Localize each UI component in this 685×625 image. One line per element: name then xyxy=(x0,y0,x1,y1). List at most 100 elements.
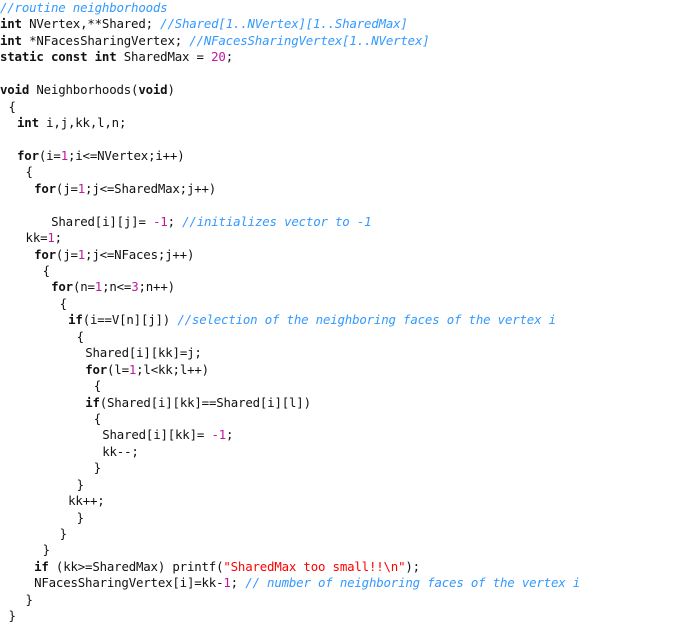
code-token-plain: ; xyxy=(230,575,246,591)
code-line: Shared[i][kk]= -1; xyxy=(0,427,685,443)
code-listing: //routine neighborhoods int NVertex,**Sha… xyxy=(0,0,685,624)
code-token-plain: ; xyxy=(54,230,62,246)
code-token-brace: { xyxy=(42,263,50,278)
code-line: for(n=1;n<=3;n++) xyxy=(0,279,685,295)
code-token-kw: void xyxy=(0,82,30,98)
code-token-kw: for xyxy=(51,279,73,295)
code-line: int *NFacesSharingVertex; //NFacesSharin… xyxy=(0,33,685,49)
code-line: } xyxy=(0,592,685,608)
code-line: } xyxy=(0,460,685,476)
code-token-brace: } xyxy=(76,509,84,525)
code-token-plain: *NFacesSharingVertex; xyxy=(21,32,190,48)
code-token-plain: (n= xyxy=(72,279,95,295)
code-token-plain: (i= xyxy=(38,147,61,163)
code-token-kw: for xyxy=(85,361,108,377)
code-line: for(i=1;i<=NVertex;i++) xyxy=(0,148,685,164)
code-token-plain: ; xyxy=(226,427,234,443)
code-token-num: 1 xyxy=(223,575,231,591)
code-line: kk--; xyxy=(0,444,685,460)
code-token-plain: (i==V[n][j]) xyxy=(82,312,178,328)
code-line: { xyxy=(0,164,685,180)
code-token-brace: } xyxy=(59,526,67,541)
code-line: kk++; xyxy=(0,493,685,509)
code-line: { xyxy=(0,263,685,279)
code-token-plain: ); xyxy=(405,558,420,574)
code-token-comment: //initializes vector to -1 xyxy=(182,213,372,229)
code-token-plain: kk--; xyxy=(102,443,139,459)
code-line: } xyxy=(0,477,685,493)
code-line: } xyxy=(0,542,685,558)
code-token-plain: (Shared[i][kk]==Shared[i][l]) xyxy=(99,394,311,410)
code-token-comment: //routine neighborhoods xyxy=(0,0,168,15)
code-token-brace: { xyxy=(25,164,33,180)
code-token-num: 1 xyxy=(94,279,103,295)
code-token-comment: //Shared[1..NVertex][1..SharedMax] xyxy=(160,16,408,32)
code-token-kw: if xyxy=(34,558,49,574)
code-line: { xyxy=(0,99,685,115)
code-line: static const int SharedMax = 20; xyxy=(0,49,685,65)
code-token-string: "SharedMax too small!!\n" xyxy=(223,558,406,574)
code-line: { xyxy=(0,378,685,394)
code-token-kw: void xyxy=(138,82,168,98)
code-token-brace: { xyxy=(93,378,101,394)
code-line: if (kk>=SharedMax) printf("SharedMax too… xyxy=(0,559,685,575)
code-line: int NVertex,**Shared; //Shared[1..NVerte… xyxy=(0,16,685,32)
code-token-plain: Shared[i][kk]= xyxy=(102,427,212,443)
code-token-num: 1 xyxy=(77,246,86,262)
code-token-kw: static const int xyxy=(0,49,117,65)
code-line: } xyxy=(0,510,685,526)
code-token-brace: { xyxy=(8,98,16,114)
code-token-kw: for xyxy=(17,147,39,163)
code-token-plain: ; xyxy=(225,49,233,65)
code-token-plain: (j= xyxy=(55,180,78,196)
code-token-plain: i,j,kk,l,n; xyxy=(38,115,127,131)
code-token-kw: if xyxy=(68,312,83,328)
code-token-num: 1 xyxy=(77,180,86,196)
code-token-brace: { xyxy=(76,328,84,344)
code-token-plain: Shared[i][kk]=j; xyxy=(85,345,202,361)
code-line: Shared[i][j]= -1; //initializes vector t… xyxy=(0,214,685,230)
code-token-brace: } xyxy=(42,542,50,558)
code-token-kw: for xyxy=(34,180,56,196)
code-line: if(i==V[n][j]) //selection of the neighb… xyxy=(0,312,685,328)
code-token-plain: ;n<= xyxy=(102,279,132,295)
code-token-num: 1 xyxy=(47,230,55,246)
code-token-brace: } xyxy=(76,476,84,492)
code-token-brace: } xyxy=(25,591,33,607)
code-token-num: -1 xyxy=(211,427,226,443)
code-token-plain: ;i<=NVertex;i++) xyxy=(68,147,185,163)
code-token-plain: ;n++) xyxy=(138,279,175,295)
code-token-comment: //NFacesSharingVertex[1..NVertex] xyxy=(189,32,430,48)
code-line: { xyxy=(0,411,685,427)
code-token-plain: NFacesSharingVertex[i]=kk- xyxy=(34,575,224,591)
code-token-plain: ;j<=NFaces;j++) xyxy=(85,246,195,262)
code-line: Shared[i][kk]=j; xyxy=(0,345,685,361)
code-line: int i,j,kk,l,n; xyxy=(0,115,685,131)
code-line: if(Shared[i][kk]==Shared[i][l]) xyxy=(0,395,685,411)
code-line: { xyxy=(0,296,685,312)
code-line: kk=1; xyxy=(0,230,685,246)
code-token-plain: NVertex,**Shared; xyxy=(21,16,161,32)
code-token-num: 1 xyxy=(60,147,68,163)
code-token-plain: SharedMax = xyxy=(116,49,212,65)
code-token-plain: ;l<kk;l++) xyxy=(136,361,209,377)
code-token-plain: (kk>=SharedMax) printf( xyxy=(48,558,224,574)
code-line: for(l=1;l<kk;l++) xyxy=(0,362,685,378)
code-token-brace: { xyxy=(59,295,67,311)
code-line: } xyxy=(0,608,685,624)
code-line: void Neighborhoods(void) xyxy=(0,82,685,98)
code-token-plain: (j= xyxy=(55,246,78,262)
code-line: for(j=1;j<=SharedMax;j++) xyxy=(0,181,685,197)
code-token-plain: ; xyxy=(167,213,183,229)
code-token-num: 20 xyxy=(211,49,226,65)
code-line: { xyxy=(0,329,685,345)
code-token-plain: ;j<=SharedMax;j++) xyxy=(85,180,217,196)
code-token-plain: kk++; xyxy=(68,493,105,509)
code-token-kw: int xyxy=(17,115,39,131)
code-token-plain: Shared[i][j]= xyxy=(51,213,154,229)
code-line: for(j=1;j<=NFaces;j++) xyxy=(0,247,685,263)
code-line: NFacesSharingVertex[i]=kk-1; // number o… xyxy=(0,575,685,591)
